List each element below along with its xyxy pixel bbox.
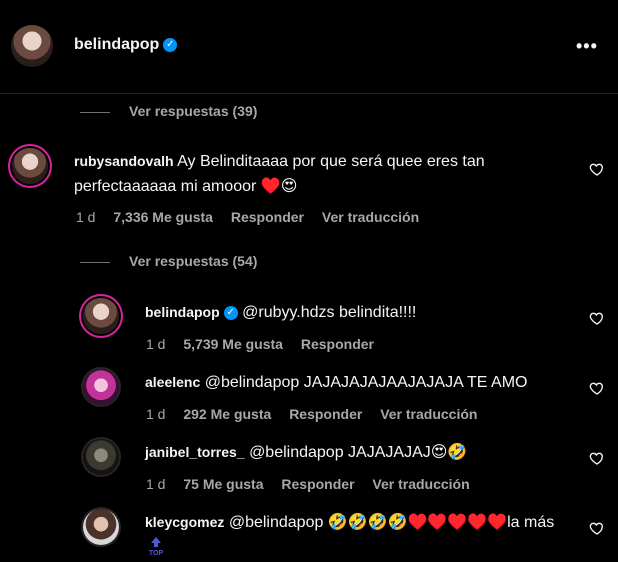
comment-text: perfectaaaaaa mi amooor ♥️😍 — [74, 178, 298, 195]
verified-icon: ✓ — [163, 37, 178, 52]
translate-button[interactable]: Ver traducción — [372, 476, 469, 492]
avatar[interactable] — [12, 148, 48, 184]
comment-meta: 1 d 7,336 Me gusta Responder Ver traducc… — [76, 209, 433, 225]
comment-meta: 1 d 292 Me gusta Responder Ver traducció… — [146, 406, 491, 422]
arrow-up-icon — [151, 537, 161, 547]
comment-text: Ay Belinditaaaa por que será quee eres t… — [177, 153, 485, 170]
like-heart-icon[interactable] — [589, 520, 605, 536]
view-replies-label[interactable]: Ver respuestas (39) — [129, 103, 257, 119]
comment-username[interactable]: janibel_torres_ — [145, 444, 245, 460]
reply-comment: belindapop ✓ @rubyy.hdzs belindita!!!! — [145, 300, 416, 325]
comment-likes[interactable]: 5,739 Me gusta — [183, 336, 283, 352]
more-options-icon[interactable]: ••• — [576, 36, 598, 57]
avatar[interactable] — [83, 439, 119, 475]
comment-time[interactable]: 1 d — [76, 209, 95, 225]
comment-username[interactable]: belindapop — [145, 304, 220, 320]
scroll-top-button[interactable]: TOP — [147, 536, 165, 558]
avatar[interactable] — [11, 25, 53, 67]
reply-comment: aleelenc @belindapop JAJAJAJAJAAJAJAJA T… — [145, 370, 527, 395]
comment-username[interactable]: rubysandovalh — [74, 153, 174, 169]
comment-likes[interactable]: 7,336 Me gusta — [113, 209, 213, 225]
comment-text: @belindapop JAJAJAJAJAAJAJAJA TE AMO — [204, 374, 528, 391]
comment-time[interactable]: 1 d — [146, 336, 165, 352]
comment-text: @belindapop 🤣🤣🤣🤣♥️♥️♥️♥️♥️la más — [228, 514, 555, 531]
avatar[interactable] — [83, 509, 119, 545]
comment-meta: 1 d 5,739 Me gusta Responder — [146, 336, 388, 352]
reply-button[interactable]: Responder — [301, 336, 374, 352]
reply-comment: kleycgomez @belindapop 🤣🤣🤣🤣♥️♥️♥️♥️♥️la … — [145, 510, 554, 535]
reply-button[interactable]: Responder — [289, 406, 362, 422]
scroll-top-label: TOP — [148, 550, 164, 557]
divider-line — [80, 261, 110, 263]
like-heart-icon[interactable] — [589, 450, 605, 466]
comment-text: @belindapop JAJAJAJAJ😍🤣 — [249, 444, 468, 461]
post-author-name[interactable]: belindapop — [74, 36, 159, 53]
comment-likes[interactable]: 75 Me gusta — [183, 476, 263, 492]
view-replies-toggle[interactable]: Ver respuestas (39) — [80, 103, 257, 119]
comment-likes[interactable]: 292 Me gusta — [183, 406, 271, 422]
divider-line — [80, 111, 110, 113]
comment-time[interactable]: 1 d — [146, 406, 165, 422]
avatar[interactable] — [83, 298, 119, 334]
comment-username[interactable]: kleycgomez — [145, 514, 224, 530]
post-author[interactable]: belindapop ✓ — [74, 36, 178, 54]
like-heart-icon[interactable] — [589, 380, 605, 396]
like-heart-icon[interactable] — [589, 310, 605, 326]
reply-button[interactable]: Responder — [281, 476, 354, 492]
comment-username[interactable]: aleelenc — [145, 374, 200, 390]
view-replies-label[interactable]: Ver respuestas (54) — [129, 253, 257, 269]
reply-comment: janibel_torres_ @belindapop JAJAJAJAJ😍🤣 — [145, 440, 467, 465]
like-heart-icon[interactable] — [589, 161, 605, 177]
post-header: belindapop ✓ ••• — [0, 0, 618, 94]
comment-text: @rubyy.hdzs belindita!!!! — [242, 304, 417, 321]
reply-button[interactable]: Responder — [231, 209, 304, 225]
view-replies-toggle[interactable]: Ver respuestas (54) — [80, 253, 257, 269]
comment-meta: 1 d 75 Me gusta Responder Ver traducción — [146, 476, 484, 492]
avatar[interactable] — [83, 369, 119, 405]
comment-time[interactable]: 1 d — [146, 476, 165, 492]
translate-button[interactable]: Ver traducción — [380, 406, 477, 422]
verified-icon: ✓ — [223, 305, 238, 320]
translate-button[interactable]: Ver traducción — [322, 209, 419, 225]
comment: rubysandovalh Ay Belinditaaaa por que se… — [74, 149, 574, 199]
